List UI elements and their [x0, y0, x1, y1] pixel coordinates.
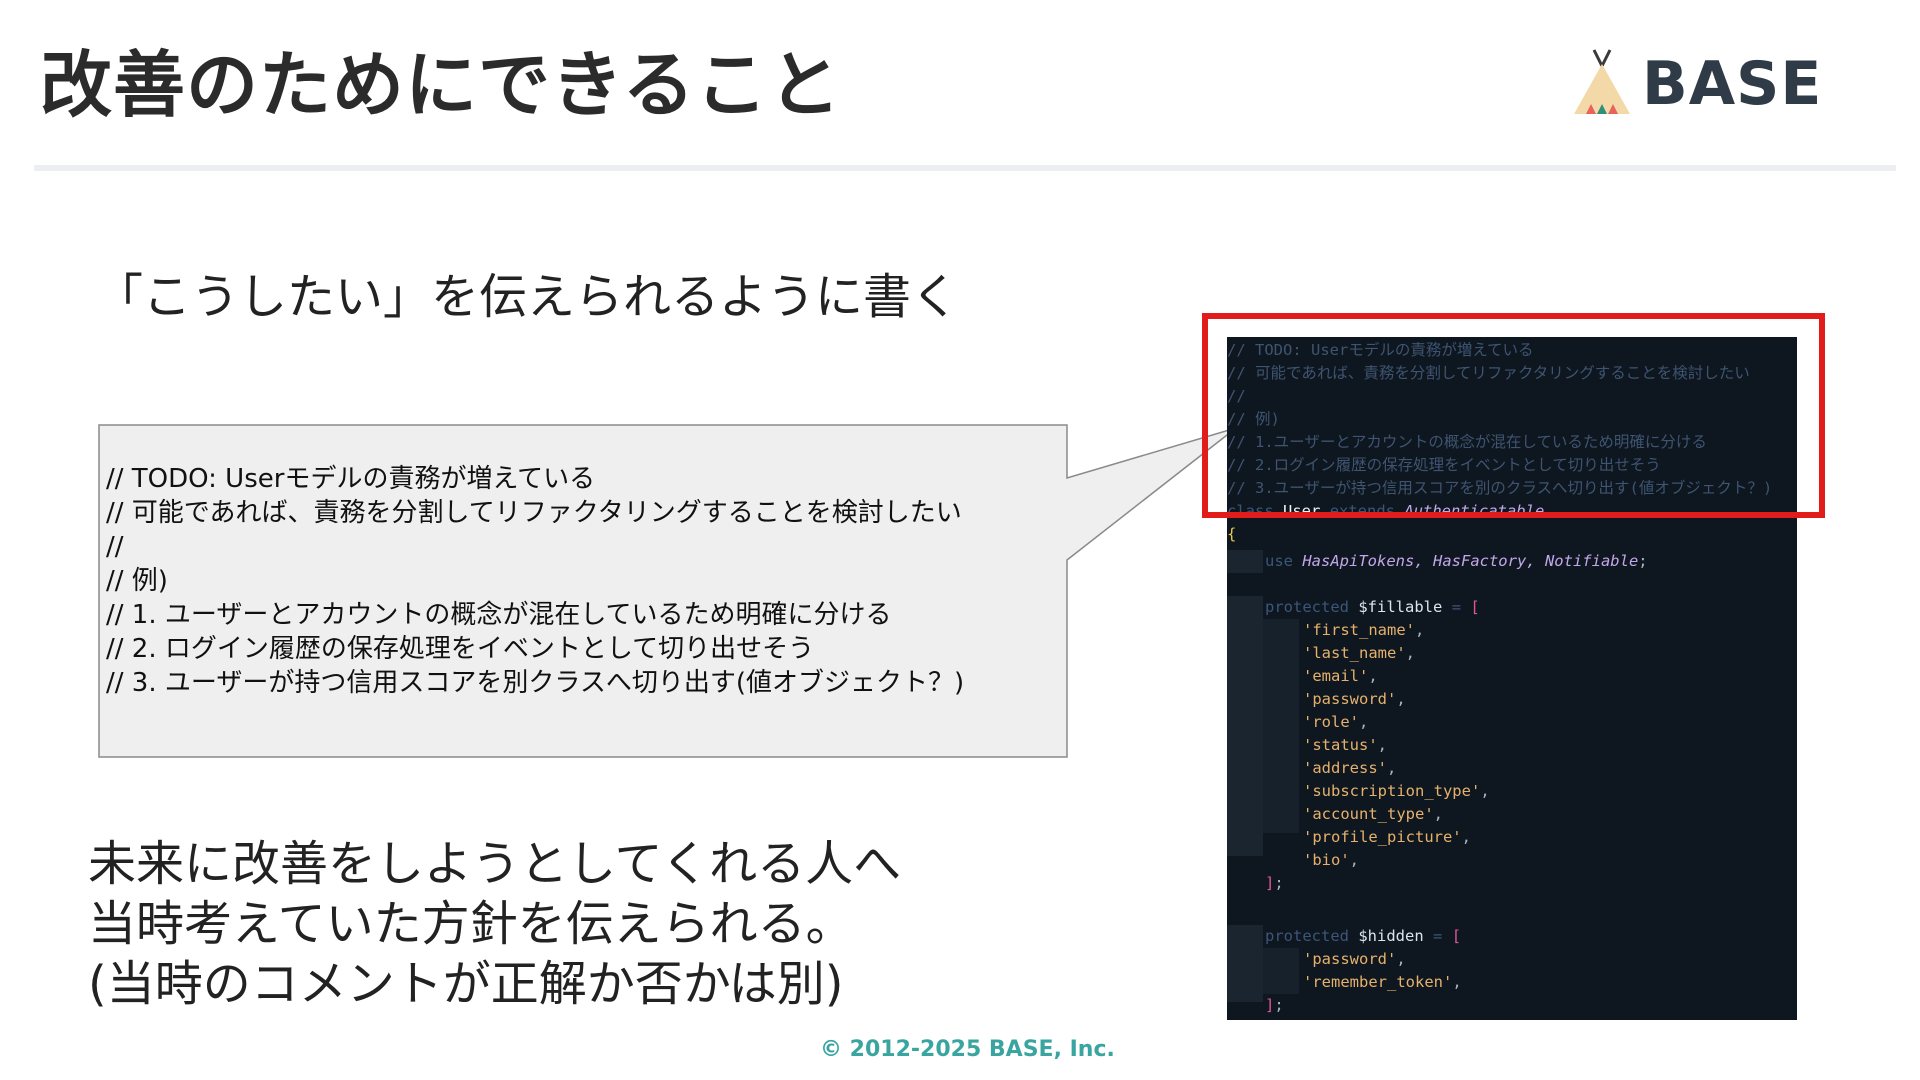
conclusion-line: (当時のコメントが正解か否かは別): [88, 956, 844, 1012]
comma: ,: [1396, 690, 1406, 708]
open-bracket: [: [1451, 927, 1462, 945]
hidden-variable: $hidden: [1358, 927, 1424, 945]
trait-list: HasApiTokens, HasFactory, Notifiable: [1302, 552, 1639, 570]
fillable-item: 'subscription_type',: [1303, 780, 1490, 803]
fillable-item: 'password',: [1303, 688, 1406, 711]
indent-guide: [1263, 619, 1299, 833]
string-literal: 'bio': [1303, 851, 1350, 869]
comma: ,: [1405, 644, 1415, 662]
string-literal: 'subscription_type': [1303, 782, 1481, 800]
conclusion-line: 未来に改善をしようとしてくれる人へ: [88, 836, 902, 892]
close-bracket: ]: [1265, 874, 1275, 892]
string-literal: 'address': [1303, 759, 1387, 777]
hidden-close-line: ];: [1265, 994, 1284, 1017]
copyright-text: © 2012-2025 BASE, Inc.: [820, 1037, 1115, 1062]
string-literal: 'role': [1303, 713, 1359, 731]
highlight-box: [1202, 313, 1825, 518]
open-brace: {: [1227, 525, 1237, 543]
comma: ,: [1480, 782, 1490, 800]
open-bracket: [: [1470, 598, 1480, 616]
callout-line: // 例): [106, 566, 168, 596]
semicolon: ;: [1638, 552, 1648, 570]
string-literal: 'account_type': [1303, 805, 1434, 823]
callout-comment-text: // TODO: Userモデルの責務が増えている // 可能であれば、責務を分…: [106, 462, 1056, 700]
protected-keyword: protected: [1265, 927, 1349, 945]
conclusion-text: 未来に改善をしようとしてくれる人へ 当時考えていた方針を伝えられる。 (当時のコ…: [88, 834, 901, 1014]
comma: ,: [1359, 713, 1369, 731]
string-literal: 'remember_token': [1303, 973, 1453, 991]
comma: ,: [1461, 828, 1471, 846]
fillable-item: 'status',: [1303, 734, 1387, 757]
fillable-close-line: ];: [1265, 872, 1284, 895]
use-keyword: use: [1265, 552, 1293, 570]
slide-title: 改善のためにできること: [40, 43, 842, 127]
fillable-item: 'bio',: [1303, 849, 1359, 872]
protected-keyword: protected: [1265, 598, 1349, 616]
string-literal: 'email': [1303, 667, 1369, 685]
callout-line: // 可能であれば、責務を分割してリファクタリングすることを検討したい: [106, 498, 962, 528]
fillable-item: 'address',: [1303, 757, 1396, 780]
callout-line: // 1. ユーザーとアカウントの概念が混在しているため明確に分ける: [106, 600, 892, 630]
fillable-item: 'profile_picture',: [1303, 826, 1471, 849]
conclusion-line: 当時考えていた方針を伝えられる。: [88, 896, 854, 952]
base-logo: BASE: [1572, 44, 1821, 124]
callout-line: //: [106, 532, 124, 562]
string-literal: 'profile_picture': [1303, 828, 1462, 846]
indent-guide: [1227, 550, 1263, 573]
string-literal: 'password': [1303, 690, 1397, 708]
close-bracket: ]: [1265, 996, 1275, 1014]
slide-subtitle: 「こうしたい」を伝えられるように書く: [95, 269, 960, 325]
use-traits-line: use HasApiTokens, HasFactory, Notifiable…: [1265, 550, 1648, 573]
string-literal: 'status': [1303, 736, 1378, 754]
hidden-item: 'remember_token',: [1303, 971, 1462, 994]
indent-guide: [1227, 925, 1263, 1002]
comma: ,: [1377, 736, 1387, 754]
string-literal: 'password': [1303, 950, 1397, 968]
comma: ,: [1452, 973, 1462, 991]
comma: ,: [1396, 950, 1406, 968]
comma: ,: [1349, 851, 1360, 869]
fillable-item: 'first_name',: [1303, 619, 1424, 642]
comma: ,: [1368, 667, 1378, 685]
assign-operator: =: [1433, 927, 1443, 945]
indent-guide: [1263, 948, 1299, 994]
fillable-item: 'account_type',: [1303, 803, 1443, 826]
fillable-item: 'role',: [1303, 711, 1368, 734]
string-literal: 'last_name': [1303, 644, 1406, 662]
semicolon: ;: [1274, 996, 1284, 1014]
fillable-variable: $fillable: [1358, 598, 1443, 616]
fillable-item: 'email',: [1303, 665, 1378, 688]
logo-text: BASE: [1642, 49, 1823, 119]
comma: ,: [1387, 759, 1397, 777]
callout-line: // TODO: Userモデルの責務が増えている: [106, 464, 596, 494]
header-divider: [34, 165, 1896, 171]
string-literal: 'first_name': [1303, 621, 1415, 639]
tent-icon: [1574, 49, 1630, 114]
assign-operator: =: [1451, 598, 1462, 616]
hidden-item: 'password',: [1303, 948, 1406, 971]
fillable-declaration-line: protected $fillable = [: [1265, 596, 1480, 619]
callout-line: // 3. ユーザーが持つ信用スコアを別クラスへ切り出す(値オブジェクト？): [106, 668, 965, 698]
hidden-declaration-line: protected $hidden = [: [1265, 925, 1461, 948]
comma: ,: [1414, 621, 1425, 639]
semicolon: ;: [1274, 874, 1284, 892]
indent-guide: [1227, 596, 1263, 856]
fillable-item: 'last_name',: [1303, 642, 1415, 665]
callout-line: // 2. ログイン履歴の保存処理をイベントとして切り出せそう: [106, 634, 815, 664]
comma: ,: [1433, 805, 1443, 823]
